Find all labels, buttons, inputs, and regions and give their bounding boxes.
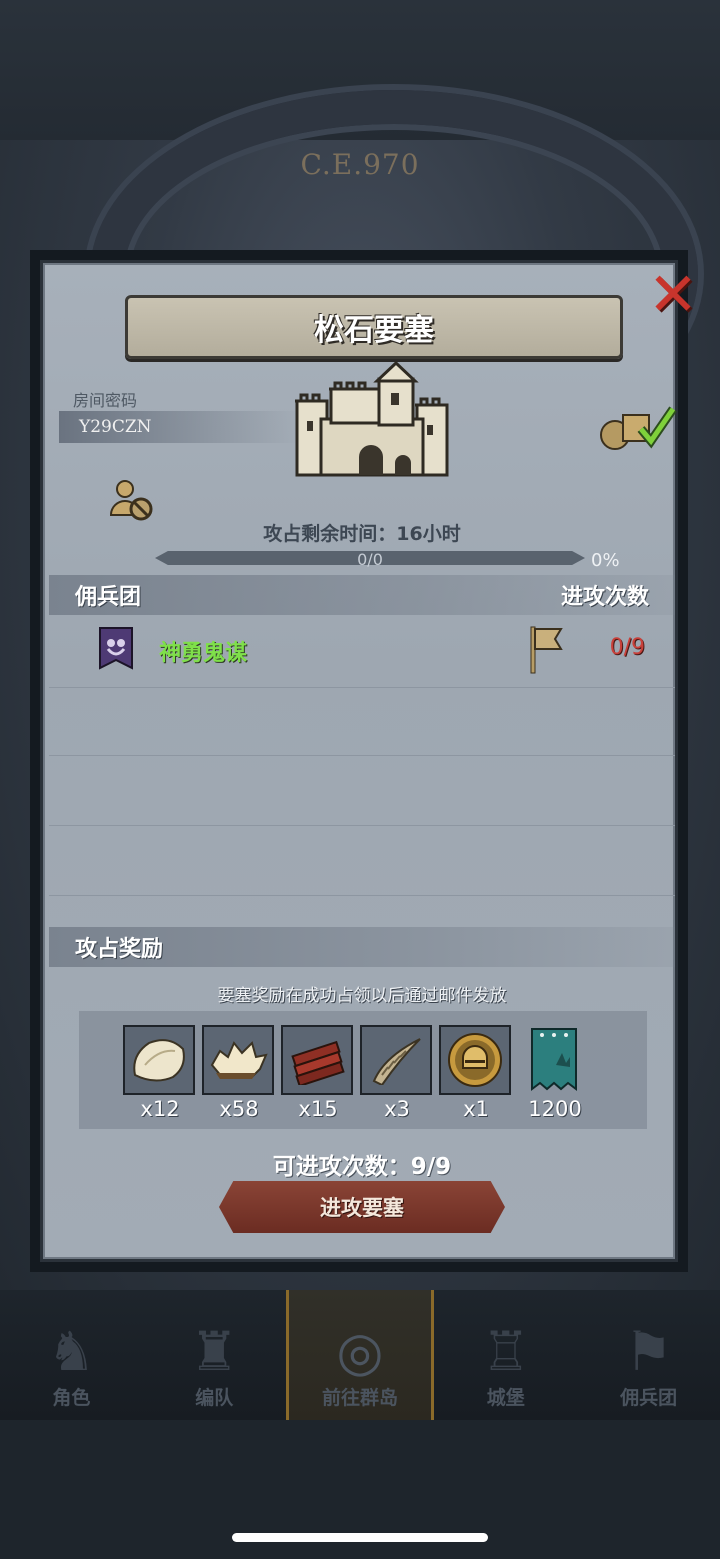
room-code-text: Y29CZN bbox=[79, 417, 152, 437]
nav-label: 佣兵团 bbox=[620, 1387, 678, 1409]
close-x-icon: ✕ bbox=[647, 260, 699, 330]
nav-label: 编队 bbox=[195, 1387, 234, 1409]
reward-qty: x12 bbox=[140, 1097, 180, 1121]
mercenary-row[interactable]: 神勇鬼谋 0/9 bbox=[49, 619, 675, 688]
mercenary-section-header: 佣兵团 进攻次数 bbox=[49, 575, 675, 615]
modal-title: 松石要塞 bbox=[314, 313, 434, 348]
loot-bag-check-icon[interactable] bbox=[597, 403, 677, 453]
close-button[interactable]: ✕ bbox=[643, 265, 703, 325]
nav-item-islands[interactable]: ◎ 前往群岛 bbox=[285, 1290, 435, 1420]
reward-qty: x58 bbox=[219, 1097, 259, 1121]
reward-notice: 要塞奖励在成功占领以后通过邮件发放 bbox=[217, 986, 507, 1006]
horn-icon bbox=[360, 1025, 432, 1095]
attack-fortress-button[interactable]: 进攻要塞 bbox=[219, 1181, 505, 1233]
reward-item[interactable]: x58 bbox=[202, 1025, 276, 1121]
nav-item-mercenary[interactable]: ⚑ 佣兵团 bbox=[577, 1290, 720, 1420]
fur-pelt-icon bbox=[123, 1025, 195, 1095]
year-label: C.E.970 bbox=[300, 148, 420, 181]
rewards-panel: x12 x58 x15 x3 x1 1200 bbox=[79, 1011, 647, 1129]
nav-label: 前往群岛 bbox=[321, 1387, 398, 1409]
reward-section-header: 攻占奖励 bbox=[49, 927, 675, 967]
wool-fleece-icon bbox=[202, 1025, 274, 1095]
empty-row bbox=[49, 827, 675, 896]
nav-item-character[interactable]: ♞ 角色 bbox=[0, 1290, 143, 1420]
reward-qty: x1 bbox=[463, 1097, 489, 1121]
reward-header-label: 攻占奖励 bbox=[75, 937, 164, 962]
guild-name: 神勇鬼谋 bbox=[159, 641, 248, 666]
empty-row bbox=[49, 687, 675, 756]
modal-panel: 松石要塞 ✕ 房间密码 Y29CZN 攻占剩余时间：16小时 0/0 0% 佣兵… bbox=[40, 260, 698, 1262]
helmet-medal-icon bbox=[439, 1025, 511, 1095]
reward-qty: x3 bbox=[384, 1097, 410, 1121]
reward-item[interactable]: 1200 bbox=[518, 1025, 592, 1121]
bottom-nav: ♞ 角色 ♜ 编队 ◎ 前往群岛 ♖ 城堡 ⚑ 佣兵团 bbox=[0, 1290, 720, 1420]
flag-icon bbox=[530, 626, 563, 674]
available-attacks: 可进攻次数：9/9 bbox=[272, 1154, 452, 1180]
globe-compass-icon: ◎ bbox=[336, 1320, 384, 1383]
reward-item[interactable]: x3 bbox=[360, 1025, 434, 1121]
nav-item-castle[interactable]: ♖ 城堡 bbox=[434, 1290, 577, 1420]
user-blocked-icon[interactable] bbox=[109, 477, 155, 523]
reward-qty: x15 bbox=[298, 1097, 338, 1121]
castle-icon: ♖ bbox=[481, 1320, 530, 1383]
owl-banner-icon bbox=[99, 627, 133, 670]
attack-count-header: 进攻次数 bbox=[560, 585, 649, 610]
fortress-modal: 松石要塞 ✕ 房间密码 Y29CZN 攻占剩余时间：16小时 0/0 0% 佣兵… bbox=[30, 250, 698, 1272]
nav-label: 角色 bbox=[52, 1387, 91, 1409]
attack-button-label: 进攻要塞 bbox=[320, 1196, 404, 1220]
room-code[interactable]: Y29CZN bbox=[59, 411, 299, 443]
room-password-label: 房间密码 bbox=[73, 391, 138, 410]
progress-percent: 0% bbox=[591, 550, 620, 571]
empty-row bbox=[49, 757, 675, 826]
reward-item[interactable]: x1 bbox=[439, 1025, 513, 1121]
reward-qty: 1200 bbox=[528, 1097, 582, 1121]
nav-label: 城堡 bbox=[486, 1387, 525, 1409]
home-indicator[interactable] bbox=[232, 1533, 488, 1542]
knight-icon: ♞ bbox=[47, 1320, 96, 1383]
reward-item[interactable]: x12 bbox=[123, 1025, 197, 1121]
wood-planks-icon bbox=[281, 1025, 353, 1095]
progress-text: 0/0 bbox=[357, 550, 383, 569]
nav-item-formation[interactable]: ♜ 编队 bbox=[143, 1290, 286, 1420]
title-banner: 松石要塞 bbox=[125, 295, 623, 359]
attack-count: 0/9 bbox=[609, 635, 645, 660]
capture-timer: 攻占剩余时间：16小时 bbox=[263, 523, 461, 545]
mercenary-header-label: 佣兵团 bbox=[75, 585, 142, 610]
guild-banner-icon bbox=[518, 1025, 590, 1095]
reward-item[interactable]: x15 bbox=[281, 1025, 355, 1121]
armor-icon: ♜ bbox=[189, 1320, 239, 1383]
mercenary-icon: ⚑ bbox=[624, 1320, 673, 1383]
castle-icon bbox=[295, 361, 449, 477]
